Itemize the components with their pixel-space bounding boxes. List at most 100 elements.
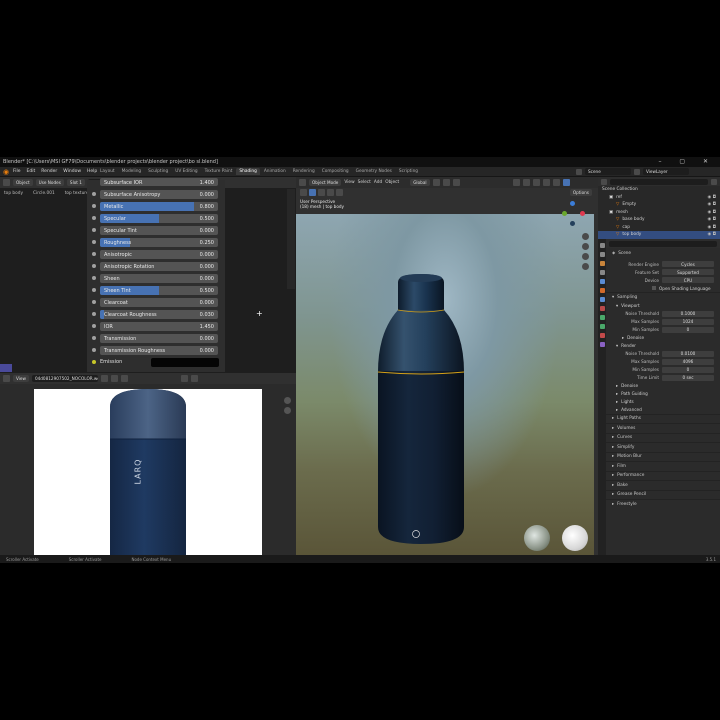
- node-prop-field[interactable]: Sheen 0.000: [100, 274, 218, 283]
- tab-scripting[interactable]: Scripting: [396, 168, 421, 175]
- input-socket-icon[interactable]: [92, 300, 96, 304]
- node-prop-field[interactable]: Roughness 0.250: [100, 238, 218, 247]
- shading-rendered-icon[interactable]: [562, 179, 570, 186]
- hdri-preview-sphere[interactable]: [524, 525, 550, 551]
- node-prop-row[interactable]: Subsurface Anisotropy 0.000: [87, 188, 225, 200]
- input-socket-icon[interactable]: [92, 204, 96, 208]
- r-min-samples-field[interactable]: 0: [662, 366, 714, 373]
- input-socket-icon[interactable]: [92, 228, 96, 232]
- viewport-menu-object[interactable]: Object: [385, 180, 399, 185]
- pivot-icon[interactable]: [432, 179, 440, 186]
- gizmo-z-icon[interactable]: [570, 201, 575, 206]
- properties-section[interactable]: ▸ Performance: [606, 470, 720, 481]
- select-intersect-icon[interactable]: [336, 189, 343, 196]
- scene-field[interactable]: Scene: [585, 168, 631, 175]
- properties-tab-icon[interactable]: [599, 252, 605, 257]
- node-prop-field[interactable]: Subsurface Anisotropy 0.000: [100, 190, 218, 199]
- menu-file[interactable]: File: [13, 169, 21, 174]
- properties-tab-icon[interactable]: [599, 243, 605, 248]
- render-engine-dropdown[interactable]: Cycles: [662, 261, 714, 267]
- emission-color-swatch[interactable]: [151, 358, 219, 367]
- vp-max-samples-row[interactable]: Max Samples 1024: [606, 318, 720, 326]
- properties-section[interactable]: ▸ Light Paths: [606, 413, 720, 424]
- node-prop-row[interactable]: Sheen 0.000: [87, 272, 225, 284]
- menu-render[interactable]: Render: [41, 169, 57, 174]
- node-prop-field[interactable]: Specular 0.500: [100, 214, 218, 223]
- render-engine-row[interactable]: Render Engine Cycles: [606, 260, 720, 268]
- node-prop-field[interactable]: IOR 1.450: [100, 322, 218, 331]
- vp-min-samples-row[interactable]: Min Samples 0: [606, 326, 720, 334]
- image-display-icon[interactable]: [180, 375, 188, 382]
- vp-max-samples-field[interactable]: 1024: [662, 318, 714, 325]
- properties-tab-icon[interactable]: [599, 261, 605, 266]
- osl-checkbox[interactable]: Open Shading Language: [606, 284, 720, 292]
- window-controls[interactable]: – ▢ ✕: [658, 158, 716, 165]
- visibility-eye-icon[interactable]: ◉ ◘: [707, 210, 716, 215]
- properties-tab-icon[interactable]: [599, 333, 605, 338]
- tab-sculpting[interactable]: Sculpting: [145, 168, 171, 175]
- node-prop-emission[interactable]: Emission: [87, 356, 225, 368]
- input-socket-icon[interactable]: [92, 240, 96, 244]
- shader-editor[interactable]: Object Use Nodes Slot 1 top texture top …: [0, 177, 296, 373]
- image-close-icon[interactable]: [120, 375, 128, 382]
- viewport-subpanel[interactable]: ▾ Viewport: [606, 302, 720, 310]
- node-prop-row[interactable]: Metallic 0.800: [87, 200, 225, 212]
- node-prop-row[interactable]: Transmission Roughness 0.000: [87, 344, 225, 356]
- node-prop-row[interactable]: Specular 0.500: [87, 212, 225, 224]
- properties-section[interactable]: ▸ Freestyle: [606, 499, 720, 509]
- tab-geometry-nodes[interactable]: Geometry Nodes: [353, 168, 395, 175]
- visibility-eye-icon[interactable]: ◉ ◘: [707, 202, 716, 207]
- zoom-icon[interactable]: [582, 233, 589, 240]
- input-socket-icon[interactable]: [92, 324, 96, 328]
- tab-modeling[interactable]: Modeling: [119, 168, 145, 175]
- path-guiding-subpanel[interactable]: ▸ Path Guiding: [606, 390, 720, 398]
- object-mode-dropdown[interactable]: Object Mode: [309, 179, 342, 186]
- node-prop-subsurface-ior[interactable]: Subsurface IOR 1.400: [87, 178, 225, 188]
- gizmo-x-icon[interactable]: [580, 211, 585, 216]
- use-nodes-checkbox[interactable]: Use Nodes: [35, 179, 64, 186]
- navigation-gizmo[interactable]: [558, 199, 588, 229]
- r-noise-threshold-field[interactable]: 0.0100: [662, 350, 714, 357]
- sampling-panel[interactable]: ▾ Sampling: [606, 292, 720, 302]
- outliner[interactable]: Scene Collection ▣ ref ◉ ◘ ▽ Empty ◉ ◘ ▣ mesh ◉ …: [598, 177, 720, 239]
- diffuse-preview-sphere[interactable]: [562, 525, 588, 551]
- visibility-eye-icon[interactable]: ◉ ◘: [707, 217, 716, 222]
- overlay-toggle-icon[interactable]: [532, 179, 540, 186]
- properties-section[interactable]: ▸ Film: [606, 461, 720, 471]
- select-extend-icon[interactable]: [318, 189, 325, 196]
- breadcrumb-material[interactable]: top texture: [65, 191, 89, 196]
- options-dropdown[interactable]: Options: [569, 189, 592, 196]
- 3d-viewport[interactable]: Object Mode View Select Add Object Globa…: [296, 177, 598, 555]
- properties-section[interactable]: ▸ Curves: [606, 432, 720, 443]
- vp-noise-threshold-row[interactable]: Noise Threshold 0.1000: [606, 310, 720, 318]
- tab-layout[interactable]: Layout: [97, 168, 118, 175]
- r-noise-threshold-row[interactable]: Noise Threshold 0.0100: [606, 350, 720, 358]
- visibility-eye-icon[interactable]: ◉ ◘: [707, 232, 716, 237]
- node-prop-row[interactable]: Clearcoat Roughness 0.030: [87, 308, 225, 320]
- image-channels-icon[interactable]: [190, 375, 198, 382]
- visibility-eye-icon[interactable]: ◉ ◘: [707, 195, 716, 200]
- r-max-samples-field[interactable]: 4096: [662, 358, 714, 365]
- image-name-field[interactable]: 04d0812907502_NOCOLOR.webp: [31, 375, 98, 382]
- outliner-item[interactable]: ▽ cap ◉ ◘: [598, 224, 720, 232]
- properties-tab-icon[interactable]: [599, 342, 605, 347]
- input-socket-icon[interactable]: [92, 264, 96, 268]
- orientation-dropdown[interactable]: Global: [410, 179, 430, 186]
- device-dropdown[interactable]: CPU: [662, 277, 714, 283]
- r-min-samples-row[interactable]: Min Samples 0: [606, 366, 720, 374]
- select-mode-icon[interactable]: [300, 189, 307, 196]
- node-prop-field[interactable]: Sheen Tint 0.500: [100, 286, 218, 295]
- outliner-item[interactable]: ▽ base body ◉ ◘: [598, 216, 720, 224]
- grid-icon[interactable]: [582, 263, 589, 270]
- editor-type-icon[interactable]: [3, 179, 10, 186]
- zoom-icon[interactable]: [284, 397, 291, 404]
- gizmo-toggle-icon[interactable]: [522, 179, 530, 186]
- tab-uv-editing[interactable]: UV Editing: [172, 168, 200, 175]
- outliner-item[interactable]: ▣ mesh ◉ ◘: [598, 209, 720, 217]
- outliner-root[interactable]: Scene Collection: [598, 186, 720, 194]
- feature-set-row[interactable]: Feature Set Supported: [606, 268, 720, 276]
- breadcrumb-mesh[interactable]: Circle.001: [33, 191, 55, 196]
- device-row[interactable]: Device CPU: [606, 276, 720, 284]
- node-prop-row[interactable]: Clearcoat 0.000: [87, 296, 225, 308]
- feature-set-dropdown[interactable]: Supported: [662, 269, 714, 275]
